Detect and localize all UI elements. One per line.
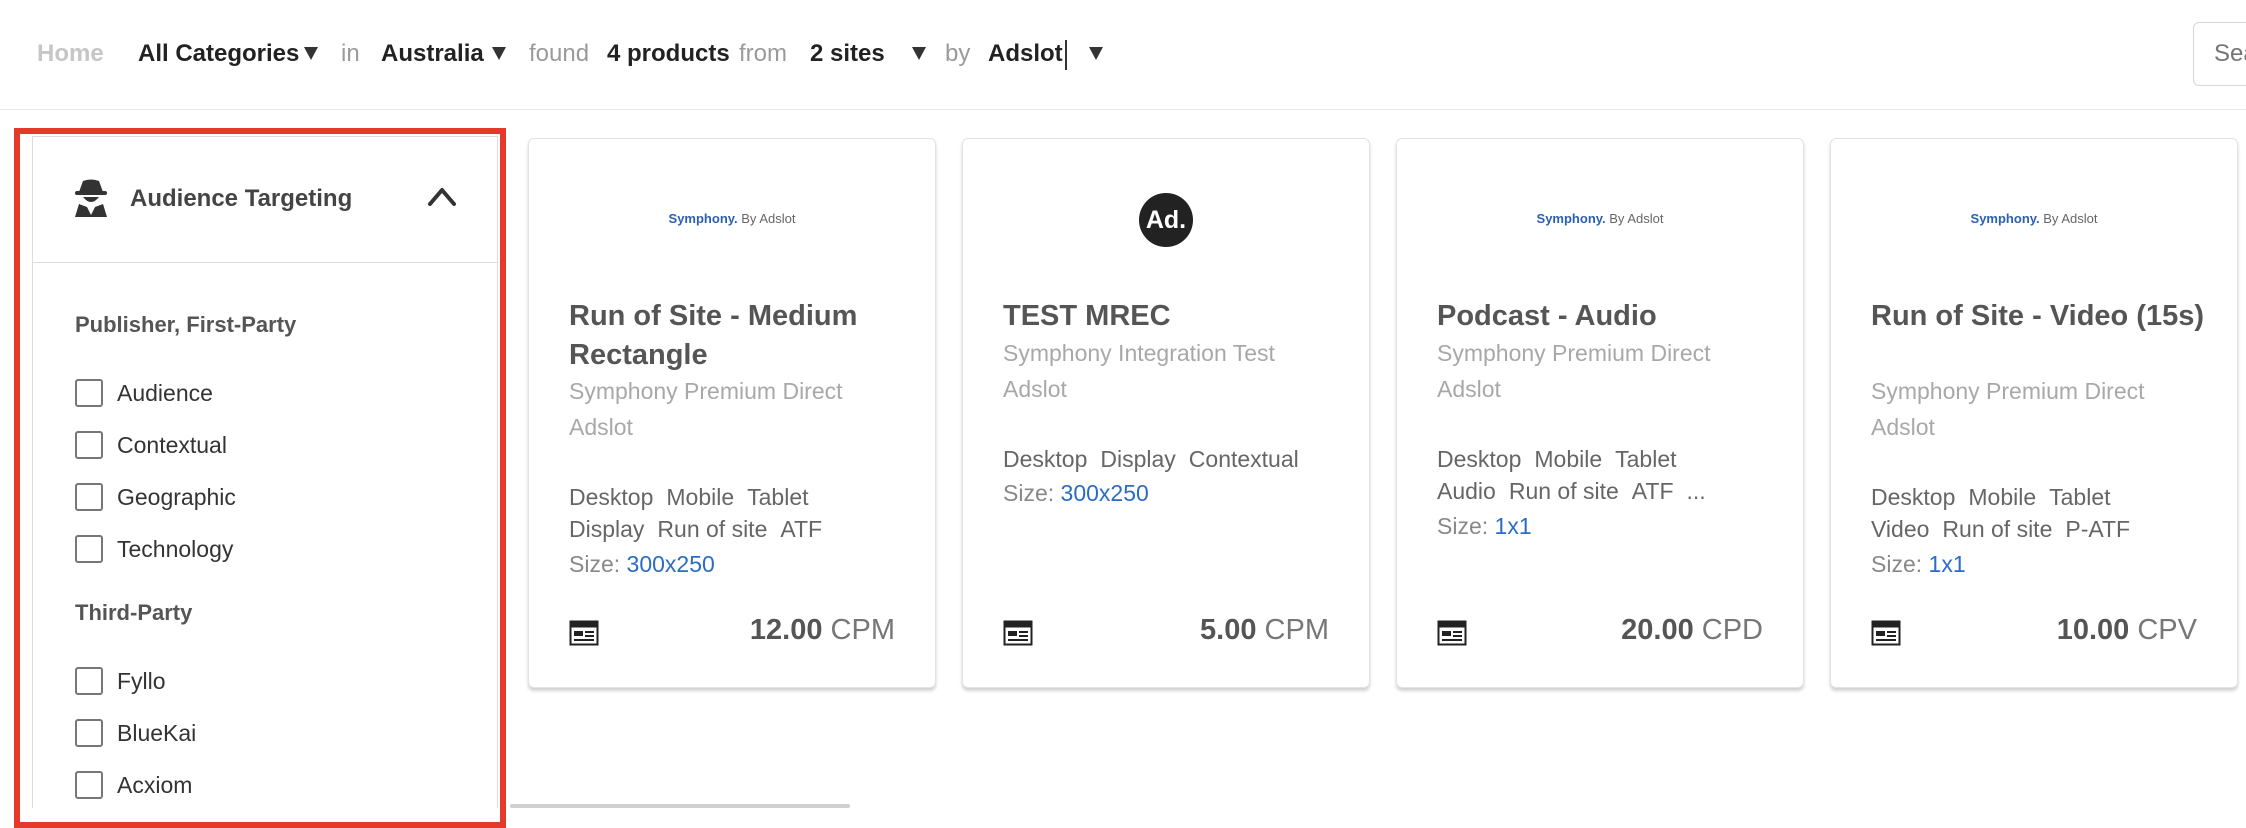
checkbox-box[interactable] [75, 379, 103, 407]
spy-icon [75, 179, 107, 217]
found-label: found [529, 40, 590, 67]
product-tags: Desktop Mobile Tablet [1437, 446, 1677, 472]
ad-format-icon [1003, 620, 1033, 646]
product-title[interactable]: Podcast - Audio [1437, 297, 1777, 336]
product-title[interactable]: Run of Site - Video (15s) [1871, 297, 2211, 336]
product-size: Size: 1x1 [1437, 513, 1532, 539]
product-size: Size: 300x250 [1003, 480, 1149, 506]
horizontal-scrollbar[interactable] [510, 804, 850, 808]
vendor-input[interactable]: Adslot [988, 38, 1063, 70]
product-tags: Display Run of site ATF [569, 516, 823, 542]
location-caret-icon[interactable] [486, 40, 512, 66]
filter-bar: Home All Categories in Australia found 4… [0, 0, 2246, 110]
checkbox-label: Contextual [117, 432, 227, 458]
product-price: 5.00 CPM [1200, 614, 1329, 646]
by-label: by [945, 40, 971, 67]
checkbox-label: Technology [117, 536, 234, 562]
checkbox-label: BlueKai [117, 720, 197, 746]
filter-sidebar: Audience Targeting Publisher, First-Part… [32, 136, 498, 808]
product-size: Size: 300x250 [569, 551, 715, 577]
text-cursor [1065, 40, 1067, 70]
ad-format-icon [569, 620, 599, 646]
chevron-up-icon[interactable] [427, 185, 457, 207]
product-publisher: Symphony Premium Direct [1437, 340, 1711, 366]
product-vendor: Adslot [1871, 414, 1935, 440]
product-tags: Audio Run of site ATF... [1437, 478, 1706, 504]
sidebar-title: Audience Targeting [130, 185, 353, 212]
product-tags: Desktop Mobile Tablet [1871, 484, 2111, 510]
product-price: 20.00 CPD [1621, 614, 1763, 646]
audience-targeting-header[interactable]: Audience Targeting [33, 137, 497, 263]
checkbox-label: Fyllo [117, 668, 166, 694]
product-vendor: Adslot [1003, 376, 1067, 402]
product-tags: Desktop Display Contextual [1003, 446, 1299, 472]
group-title-first-party: Publisher, First-Party [75, 312, 297, 337]
product-card[interactable]: Symphony. By Adslot Run of Site - Medium… [528, 138, 936, 688]
product-publisher: Symphony Premium Direct [1871, 378, 2145, 404]
symphony-logo: Symphony. By Adslot [668, 211, 796, 226]
product-title[interactable]: Run of Site - Medium Rectangle [569, 297, 909, 375]
product-price: 12.00 CPM [749, 614, 895, 646]
sites-dropdown[interactable]: 2 sites [810, 38, 885, 70]
product-tags: Desktop Mobile Tablet [569, 484, 809, 510]
product-size: Size: 1x1 [1871, 551, 1966, 577]
checkbox-label: Geographic [117, 484, 236, 510]
ad-format-icon [1871, 620, 1901, 646]
product-card[interactable]: Symphony. By Adslot Podcast - Audio Symp… [1396, 138, 1804, 688]
category-caret-icon[interactable] [298, 40, 324, 66]
product-publisher: Symphony Premium Direct [569, 378, 843, 404]
checkbox-label: Audience [117, 380, 213, 406]
search-input[interactable] [2193, 22, 2246, 86]
product-price: 10.00 CPV [2056, 614, 2197, 646]
vendor-caret-icon[interactable] [1083, 40, 1109, 66]
in-label: in [341, 40, 360, 67]
from-label: from [739, 40, 787, 67]
product-title[interactable]: TEST MREC [1003, 297, 1343, 336]
checkbox-box[interactable] [75, 667, 103, 695]
home-link[interactable]: Home [37, 38, 104, 70]
category-dropdown[interactable]: All Categories [138, 38, 299, 70]
checkbox-box[interactable] [75, 431, 103, 459]
ad-logo: Ad. [1139, 193, 1193, 247]
sites-caret-icon[interactable] [906, 40, 932, 66]
product-card[interactable]: Symphony. By Adslot Run of Site - Video … [1830, 138, 2238, 688]
product-publisher: Symphony Integration Test [1003, 340, 1275, 366]
checkbox-box[interactable] [75, 535, 103, 563]
symphony-logo: Symphony. By Adslot [1970, 211, 2098, 226]
ad-format-icon [1437, 620, 1467, 646]
checkbox-label: Acxiom [117, 772, 193, 798]
location-dropdown[interactable]: Australia [381, 38, 484, 70]
product-vendor: Adslot [1437, 376, 1501, 402]
checkbox-box[interactable] [75, 771, 103, 799]
checkbox-box[interactable] [75, 719, 103, 747]
product-tags: Video Run of site P-ATF [1871, 516, 2131, 542]
symphony-logo: Symphony. By Adslot [1536, 211, 1664, 226]
product-card[interactable]: Ad. TEST MREC Symphony Integration Test … [962, 138, 1370, 688]
group-title-third-party: Third-Party [75, 600, 193, 625]
product-vendor: Adslot [569, 414, 633, 440]
checkbox-box[interactable] [75, 483, 103, 511]
products-count: 4 products [607, 40, 730, 67]
